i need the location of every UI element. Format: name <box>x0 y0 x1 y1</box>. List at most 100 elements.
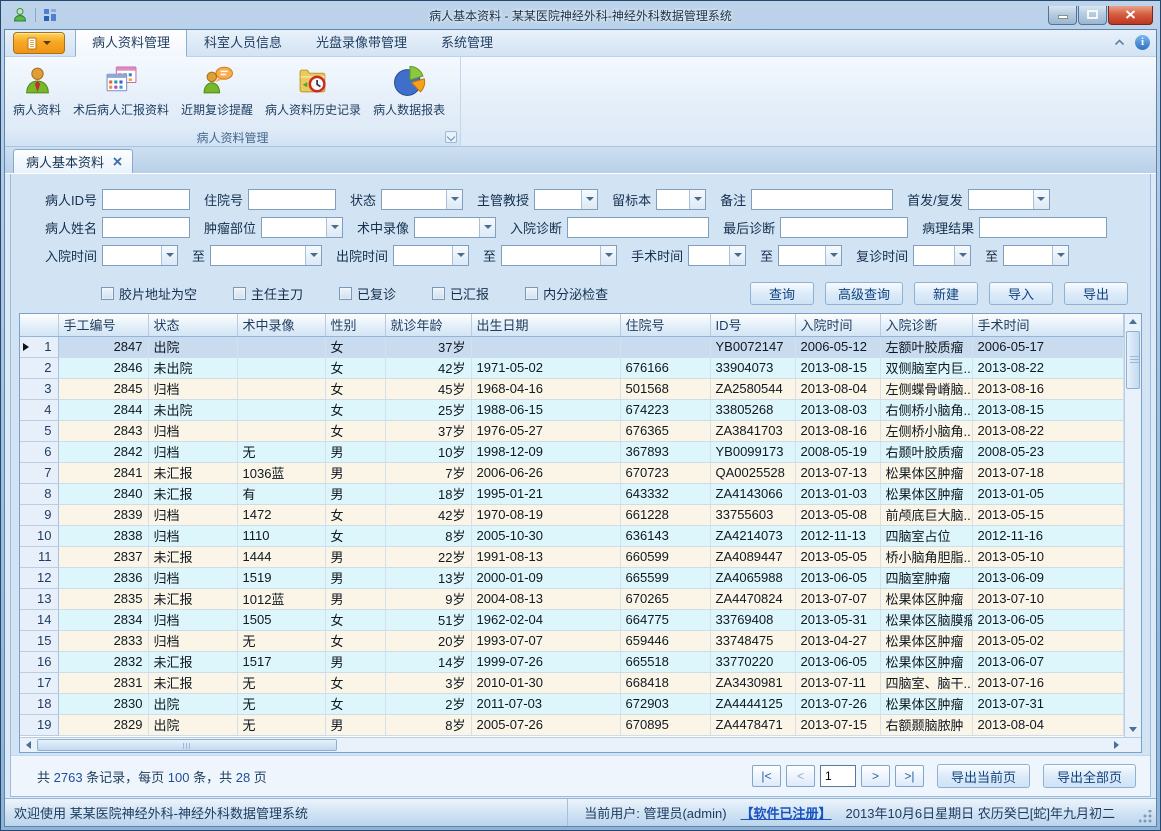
row-selector[interactable]: 5 <box>20 420 58 441</box>
query-button[interactable]: 查询 <box>750 282 814 305</box>
cell-manual_no[interactable]: 2836 <box>58 567 148 588</box>
cell-id_no[interactable]: ZA2580544 <box>710 378 795 399</box>
advanced-query-button[interactable]: 高级查询 <box>825 282 903 305</box>
cell-admission_no[interactable]: 672903 <box>620 693 710 714</box>
cell-admission_no[interactable]: 670265 <box>620 588 710 609</box>
cell-id_no[interactable]: YB0099173 <box>710 441 795 462</box>
cell-video[interactable] <box>237 336 325 357</box>
cell-manual_no[interactable]: 2831 <box>58 672 148 693</box>
first-page-button[interactable]: |< <box>752 765 781 787</box>
revisit-to-select[interactable] <box>1003 245 1069 266</box>
close-tab-icon[interactable] <box>113 154 122 169</box>
row-selector[interactable]: 3 <box>20 378 58 399</box>
cell-diagnosis[interactable]: 松果体区肿瘤 <box>880 462 972 483</box>
cell-gender[interactable]: 女 <box>325 609 385 630</box>
cell-surgery_date[interactable]: 2013-06-05 <box>972 609 1124 630</box>
cell-manual_no[interactable]: 2841 <box>58 462 148 483</box>
column-header-diagnosis[interactable]: 入院诊断 <box>880 314 972 336</box>
cell-admission_no[interactable]: 665599 <box>620 567 710 588</box>
cell-birth[interactable]: 2010-01-30 <box>471 672 620 693</box>
cell-birth[interactable]: 1998-12-09 <box>471 441 620 462</box>
cell-manual_no[interactable]: 2838 <box>58 525 148 546</box>
discharge-from-select[interactable] <box>393 245 469 266</box>
professor-select[interactable] <box>534 189 598 210</box>
cell-age[interactable]: 14岁 <box>385 651 471 672</box>
cell-admission_no[interactable]: 664775 <box>620 609 710 630</box>
ribbon-tab-3[interactable]: 光盘录像带管理 <box>299 29 424 56</box>
cell-video[interactable]: 无 <box>237 630 325 651</box>
ribbon-item-patient-info[interactable]: 病人资料 <box>7 60 67 120</box>
cell-diagnosis[interactable]: 四脑室占位 <box>880 525 972 546</box>
ribbon-item-history-log[interactable]: 病人资料历史记录 <box>259 60 367 120</box>
cell-birth[interactable]: 1970-08-19 <box>471 504 620 525</box>
cell-manual_no[interactable]: 2832 <box>58 651 148 672</box>
cell-id_no[interactable]: ZA3841703 <box>710 420 795 441</box>
cell-admit_date[interactable]: 2013-07-13 <box>795 462 880 483</box>
ribbon-item-post-op-report[interactable]: 术后病人汇报资料 <box>67 60 175 120</box>
cell-manual_no[interactable]: 2840 <box>58 483 148 504</box>
row-selector[interactable]: 19 <box>20 714 58 735</box>
cell-id_no[interactable]: ZA4089447 <box>710 546 795 567</box>
admit-to-select[interactable] <box>210 245 322 266</box>
cell-surgery_date[interactable]: 2013-07-10 <box>972 588 1124 609</box>
cell-id_no[interactable]: ZA4470824 <box>710 588 795 609</box>
cell-birth[interactable]: 2006-06-26 <box>471 462 620 483</box>
cell-admit_date[interactable]: 2012-11-13 <box>795 525 880 546</box>
cell-admit_date[interactable]: 2013-06-05 <box>795 567 880 588</box>
cell-admission_no[interactable]: 643332 <box>620 483 710 504</box>
cell-diagnosis[interactable]: 松果体区肿瘤 <box>880 651 972 672</box>
row-selector[interactable]: 2 <box>20 357 58 378</box>
horizontal-scrollbar[interactable] <box>20 737 1141 752</box>
cell-id_no[interactable]: 33769408 <box>710 609 795 630</box>
scroll-up-icon[interactable] <box>1125 314 1141 329</box>
cell-gender[interactable]: 男 <box>325 651 385 672</box>
tumor-site-select[interactable] <box>261 217 343 238</box>
cell-admission_no[interactable]: 367893 <box>620 441 710 462</box>
cell-status[interactable]: 未汇报 <box>148 546 237 567</box>
cell-admission_no[interactable]: 636143 <box>620 525 710 546</box>
cell-age[interactable]: 22岁 <box>385 546 471 567</box>
cell-admission_no[interactable]: 659446 <box>620 630 710 651</box>
row-selector[interactable]: 18 <box>20 693 58 714</box>
cell-birth[interactable]: 1993-07-07 <box>471 630 620 651</box>
cell-status[interactable]: 未汇报 <box>148 651 237 672</box>
next-page-button[interactable]: > <box>861 765 890 787</box>
cell-admission_no[interactable]: 674223 <box>620 399 710 420</box>
cell-surgery_date[interactable]: 2013-06-07 <box>972 651 1124 672</box>
cell-surgery_date[interactable]: 2013-07-16 <box>972 672 1124 693</box>
cell-birth[interactable]: 1988-06-15 <box>471 399 620 420</box>
cell-id_no[interactable]: 33770220 <box>710 651 795 672</box>
surgery-video-select[interactable] <box>414 217 496 238</box>
cell-gender[interactable]: 女 <box>325 336 385 357</box>
cell-age[interactable]: 25岁 <box>385 399 471 420</box>
cell-gender[interactable]: 女 <box>325 672 385 693</box>
cell-surgery_date[interactable]: 2013-01-05 <box>972 483 1124 504</box>
cell-gender[interactable]: 女 <box>325 420 385 441</box>
row-selector[interactable]: 17 <box>20 672 58 693</box>
cell-manual_no[interactable]: 2839 <box>58 504 148 525</box>
cell-admit_date[interactable]: 2013-07-07 <box>795 588 880 609</box>
scroll-right-icon[interactable] <box>1108 738 1124 752</box>
cell-video[interactable]: 1012蓝 <box>237 588 325 609</box>
status-select[interactable] <box>381 189 463 210</box>
ribbon-item-data-report[interactable]: 病人数据报表 <box>367 60 451 120</box>
scroll-down-icon[interactable] <box>1125 722 1141 737</box>
cell-video[interactable]: 1110 <box>237 525 325 546</box>
cell-age[interactable]: 20岁 <box>385 630 471 651</box>
vertical-scroll-thumb[interactable] <box>1126 331 1140 389</box>
cell-id_no[interactable]: 33904073 <box>710 357 795 378</box>
chevron-down-icon[interactable] <box>689 190 705 209</box>
cell-id_no[interactable]: YB0072147 <box>710 336 795 357</box>
specimen-select[interactable] <box>656 189 706 210</box>
cell-manual_no[interactable]: 2842 <box>58 441 148 462</box>
cell-age[interactable]: 13岁 <box>385 567 471 588</box>
cell-age[interactable]: 10岁 <box>385 441 471 462</box>
ribbon-tab-1[interactable]: 病人资料管理 <box>75 29 187 57</box>
admission-no-input[interactable] <box>248 189 336 210</box>
cell-admit_date[interactable]: 2013-08-04 <box>795 378 880 399</box>
cell-surgery_date[interactable]: 2006-05-17 <box>972 336 1124 357</box>
cell-surgery_date[interactable]: 2013-07-18 <box>972 462 1124 483</box>
horizontal-scroll-thumb[interactable] <box>37 739 337 751</box>
create-button[interactable]: 新建 <box>914 282 978 305</box>
page-number-input[interactable] <box>820 765 856 787</box>
